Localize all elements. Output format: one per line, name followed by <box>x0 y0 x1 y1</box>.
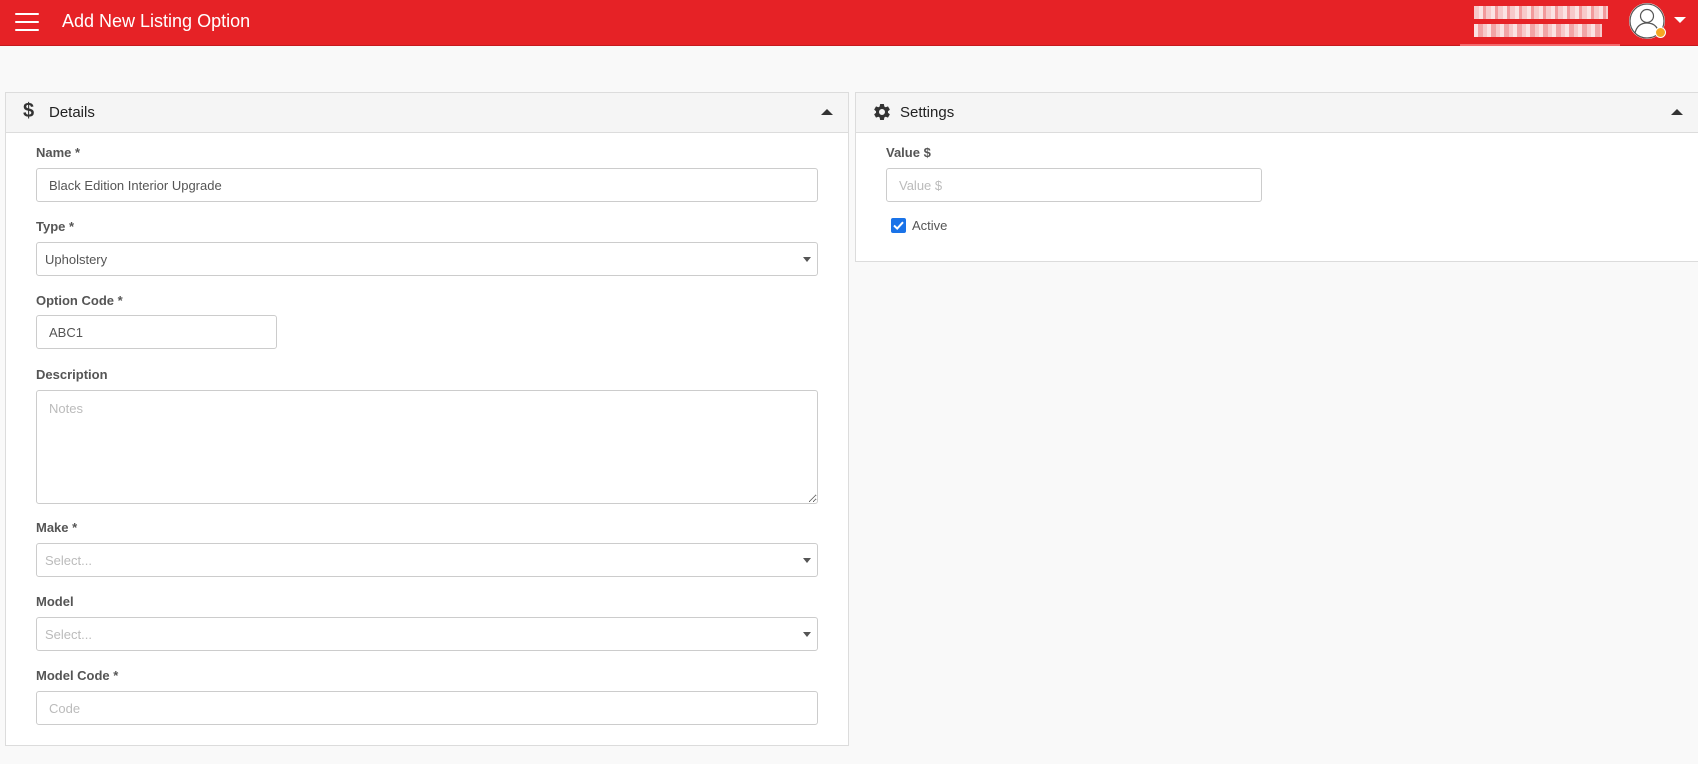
collapse-chevron-up-icon[interactable] <box>821 109 833 115</box>
option-code-input[interactable] <box>36 315 277 349</box>
make-label: Make * <box>36 520 78 535</box>
user-menu-chevron-down-icon[interactable] <box>1674 17 1686 23</box>
dropdown-arrow-icon <box>803 632 811 637</box>
type-label: Type * <box>36 219 75 234</box>
user-email <box>1474 24 1602 37</box>
dropdown-arrow-icon <box>803 558 811 563</box>
dollar-icon: $ <box>23 100 35 122</box>
settings-title: Settings <box>900 104 955 121</box>
model-select[interactable]: Select... <box>36 617 818 651</box>
value-input[interactable] <box>886 168 1262 202</box>
model-code-input[interactable] <box>36 691 818 725</box>
type-select[interactable]: Upholstery <box>36 242 818 276</box>
model-code-label: Model Code * <box>36 668 119 683</box>
details-panel: $ Details Name * Type * Upholstery Optio… <box>5 92 849 746</box>
online-status-dot <box>1655 27 1666 38</box>
user-info[interactable] <box>1460 2 1620 46</box>
model-label: Model <box>36 594 74 609</box>
details-panel-header[interactable]: $ Details <box>6 93 848 133</box>
hamburger-menu-icon[interactable] <box>15 11 39 32</box>
model-placeholder: Select... <box>45 627 92 642</box>
make-select[interactable]: Select... <box>36 543 818 577</box>
page-title: Add New Listing Option <box>62 11 251 31</box>
user-name <box>1474 6 1608 19</box>
top-app-bar: Add New Listing Option <box>0 0 1698 46</box>
name-input[interactable] <box>36 168 818 202</box>
active-label[interactable]: Active <box>912 218 947 234</box>
details-title: Details <box>49 104 95 121</box>
type-selected-value: Upholstery <box>45 252 108 267</box>
option-code-label: Option Code * <box>36 293 123 308</box>
dropdown-arrow-icon <box>803 257 811 262</box>
settings-panel-header[interactable]: Settings <box>856 93 1698 133</box>
gear-icon <box>872 102 892 127</box>
make-placeholder: Select... <box>45 553 92 568</box>
description-label: Description <box>36 367 108 382</box>
settings-panel: Settings Value $ Active <box>855 92 1698 262</box>
collapse-chevron-up-icon[interactable] <box>1671 109 1683 115</box>
name-label: Name * <box>36 145 81 160</box>
description-textarea[interactable] <box>36 390 818 504</box>
value-label: Value $ <box>886 145 931 160</box>
active-checkbox[interactable] <box>891 218 906 233</box>
